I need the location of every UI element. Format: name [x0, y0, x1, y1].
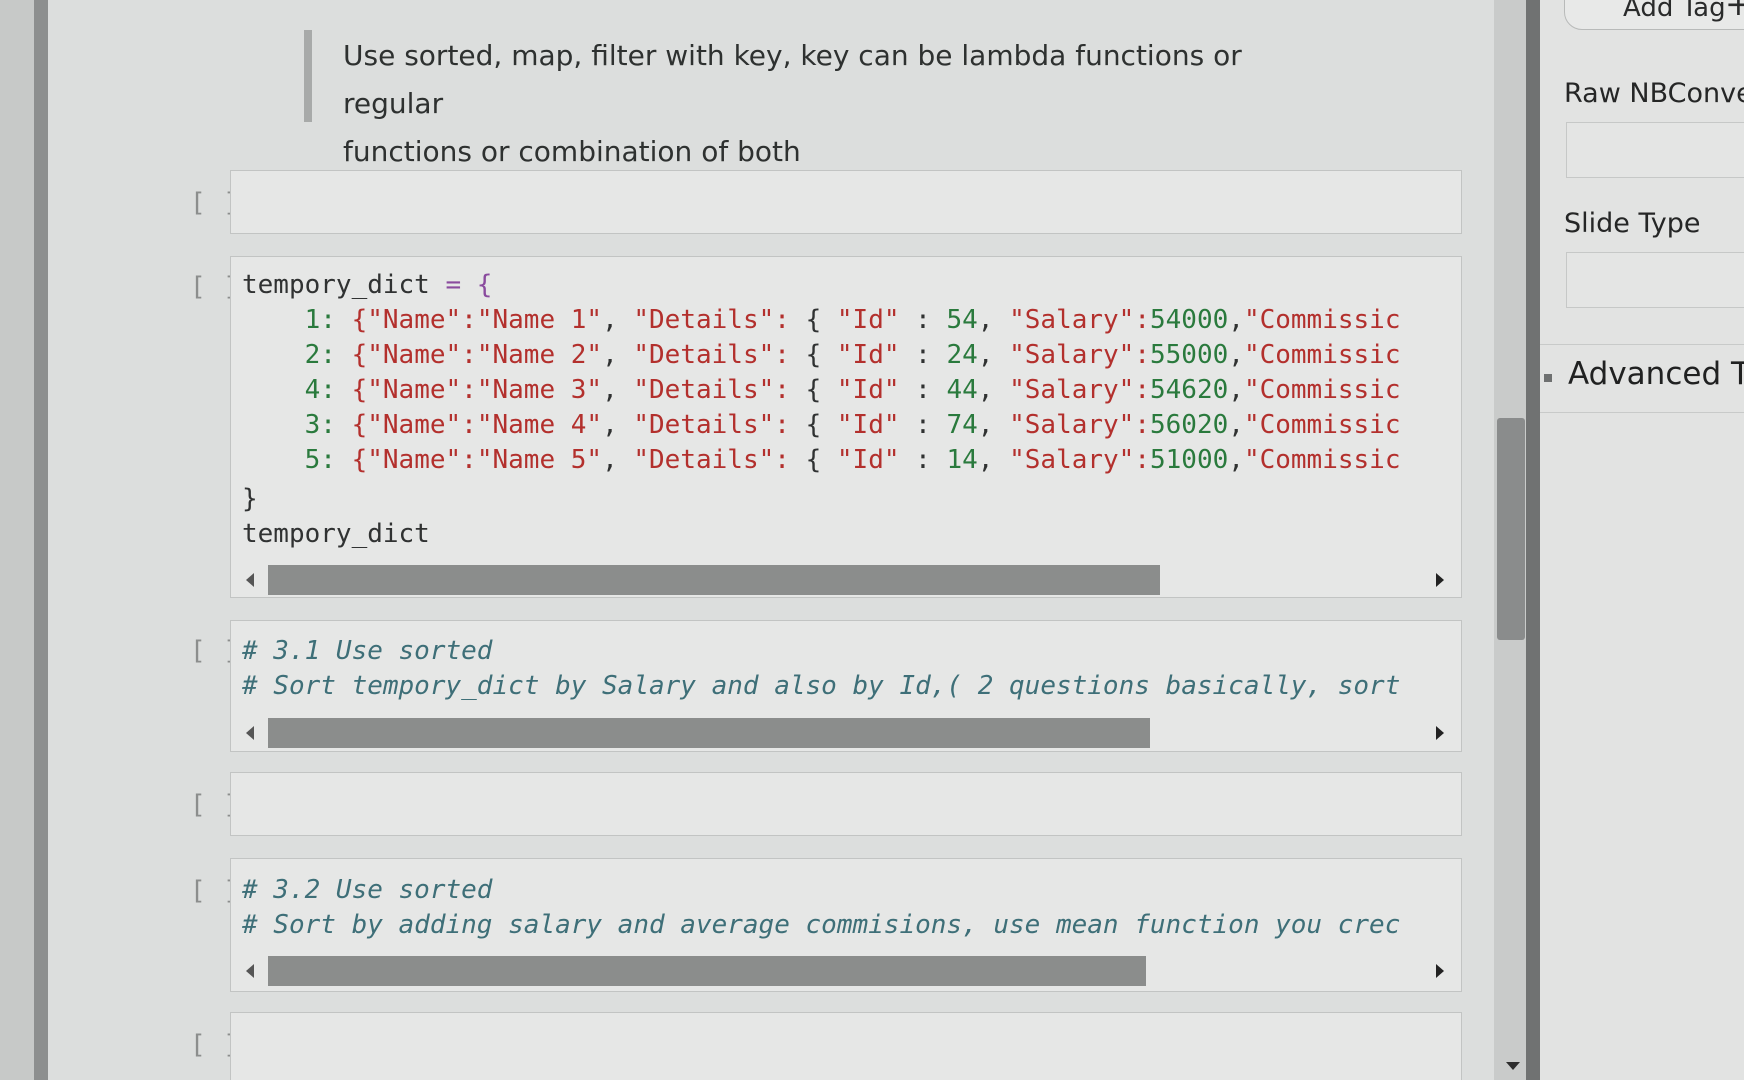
comment-line: # Sort by adding salary and average comm…	[242, 910, 1401, 940]
horizontal-scrollbar[interactable]	[234, 954, 1456, 988]
scroll-right-icon[interactable]	[1436, 726, 1444, 740]
scroll-down-icon[interactable]	[1506, 1062, 1520, 1070]
code-line-open: tempory_dict = {	[242, 270, 493, 300]
slide-type-label: Slide Type	[1564, 208, 1701, 239]
panel-separator	[1540, 344, 1744, 345]
scroll-right-icon[interactable]	[1436, 964, 1444, 978]
code-row: 2: {"Name":"Name 2", "Details": { "Id" :…	[304, 340, 1401, 370]
panel-divider[interactable]	[1526, 0, 1540, 1080]
code-row: 5: {"Name":"Name 5", "Details": { "Id" :…	[304, 445, 1401, 475]
scroll-left-icon[interactable]	[246, 573, 254, 587]
raw-nbconvert-label: Raw NBConver	[1564, 78, 1744, 109]
empty-code-cell[interactable]	[230, 772, 1462, 836]
advanced-tools-heading[interactable]: Advanced To	[1568, 356, 1744, 392]
code-line-close: }	[242, 484, 258, 514]
panel-separator	[1540, 412, 1744, 413]
code-row: 4: {"Name":"Name 3", "Details": { "Id" :…	[304, 375, 1401, 405]
jupyter-screen: Use sorted, map, filter with key, key ca…	[0, 0, 1744, 1080]
collapse-marker-icon	[1544, 374, 1552, 382]
scroll-thumb[interactable]	[268, 956, 1146, 986]
comment-line: # Sort tempory_dict by Salary and also b…	[242, 671, 1401, 701]
plus-icon: +	[1725, 0, 1744, 23]
scroll-right-icon[interactable]	[1436, 573, 1444, 587]
markdown-cell[interactable]: Use sorted, map, filter with key, key ca…	[343, 32, 1343, 176]
left-edge	[0, 0, 34, 1080]
empty-code-cell[interactable]	[230, 1012, 1462, 1080]
markdown-line-1: Use sorted, map, filter with key, key ca…	[343, 39, 1242, 120]
property-inspector: Add Tag + Raw NBConver Slide Type Advanc…	[1540, 0, 1744, 1080]
comment-line: # 3.1 Use sorted	[242, 636, 493, 666]
slide-type-select[interactable]	[1566, 252, 1744, 308]
add-tag-label: Add Tag	[1623, 0, 1726, 23]
raw-nbconvert-select[interactable]	[1566, 122, 1744, 178]
code-line-last: tempory_dict	[242, 519, 430, 549]
code-row: 3: {"Name":"Name 4", "Details": { "Id" :…	[304, 410, 1401, 440]
add-tag-button[interactable]: Add Tag +	[1564, 0, 1744, 30]
code-row: 1: {"Name":"Name 1", "Details": { "Id" :…	[304, 305, 1401, 335]
comment-line: # 3.2 Use sorted	[242, 875, 493, 905]
left-frame	[34, 0, 48, 1080]
scroll-left-icon[interactable]	[246, 726, 254, 740]
horizontal-scrollbar[interactable]	[234, 563, 1456, 597]
markdown-blockquote-bar	[304, 30, 312, 122]
scroll-left-icon[interactable]	[246, 964, 254, 978]
empty-code-cell[interactable]	[230, 170, 1462, 234]
scroll-thumb[interactable]	[268, 565, 1160, 595]
horizontal-scrollbar[interactable]	[234, 716, 1456, 750]
scroll-thumb[interactable]	[268, 718, 1150, 748]
vertical-scroll-thumb[interactable]	[1497, 418, 1525, 640]
markdown-line-2: functions or combination of both	[343, 135, 801, 168]
